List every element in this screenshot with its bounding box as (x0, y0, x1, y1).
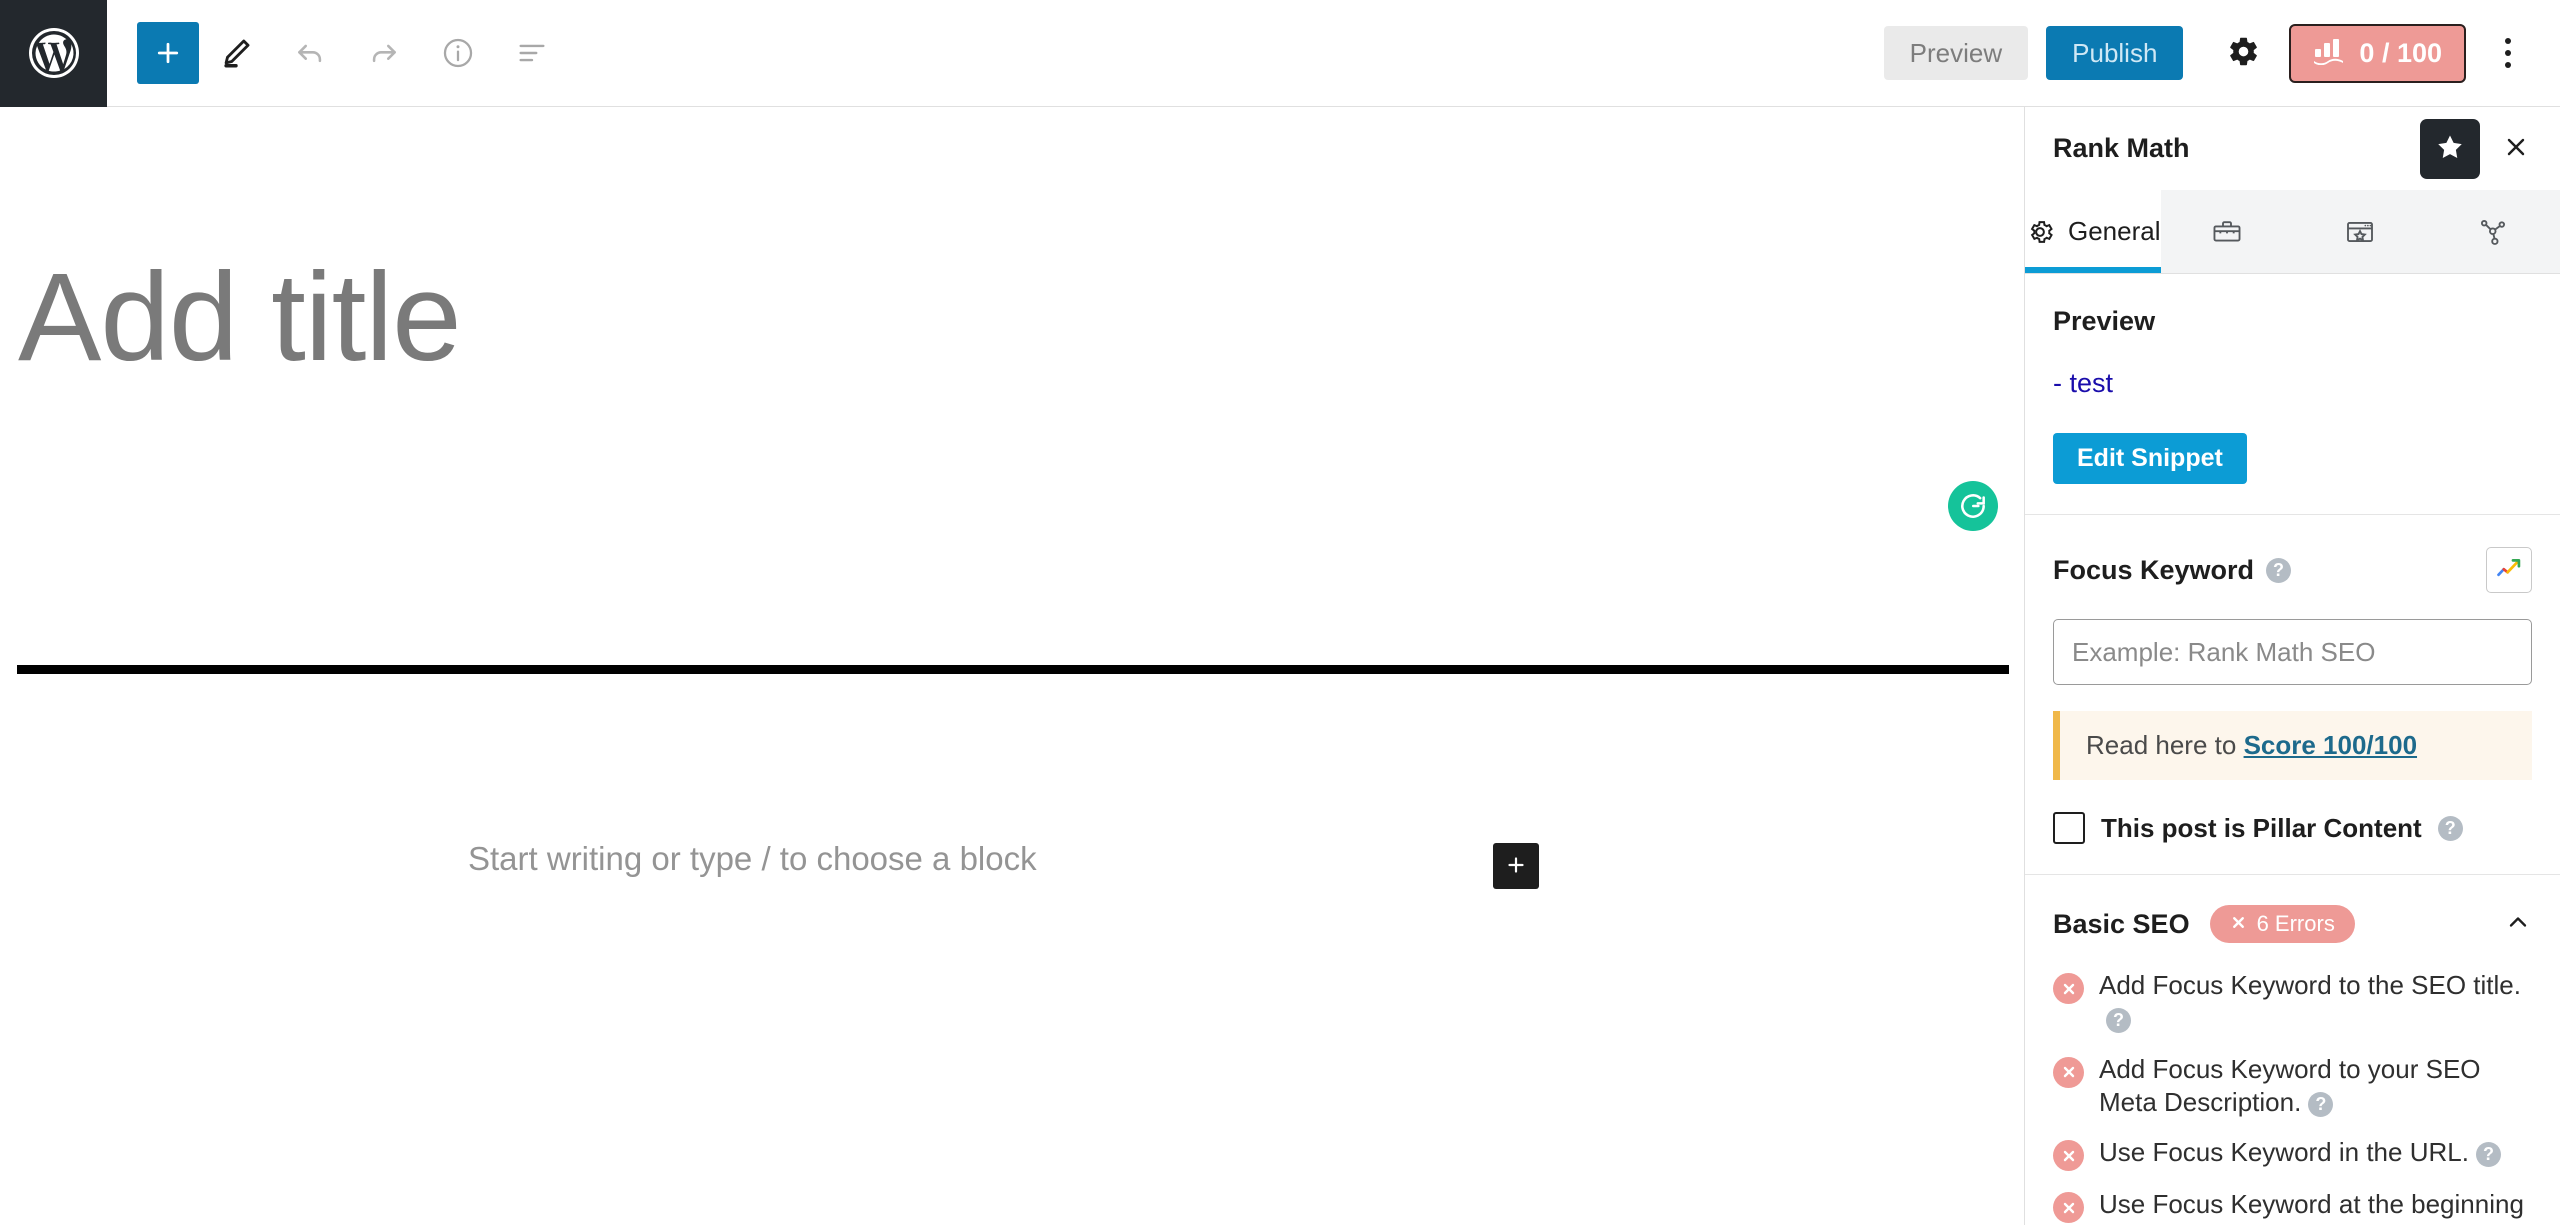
error-x-icon (2053, 1140, 2084, 1172)
help-icon[interactable]: ? (2475, 1142, 2501, 1168)
kebab-dot-2 (2505, 50, 2511, 56)
rank-math-tab-bar: General (2025, 190, 2560, 274)
error-text: Add Focus Keyword to your SEO Meta Descr… (2099, 1053, 2481, 1118)
info-circle-icon (441, 36, 475, 70)
rank-math-star-button[interactable] (2420, 118, 2480, 179)
error-text: Add Focus Keyword to the SEO title.? (2099, 969, 2532, 1036)
tools-pencil-button[interactable] (199, 16, 273, 90)
help-icon[interactable]: ? (2266, 557, 2292, 583)
chevron-up-icon[interactable] (2504, 908, 2532, 941)
kebab-dot-3 (2505, 62, 2511, 68)
list-item: Use Focus Keyword in the URL.? (2053, 1136, 2532, 1172)
google-trends-button[interactable] (2486, 547, 2532, 594)
help-icon[interactable]: ? (2437, 815, 2463, 841)
pencil-icon (219, 36, 253, 70)
tab-general-label: General (2068, 216, 2161, 246)
social-share-icon (2477, 216, 2509, 248)
post-editor-canvas: Add title Start writing or type / to cho… (0, 107, 2024, 1225)
more-options-button[interactable] (2480, 23, 2536, 83)
basic-seo-error-badge: 6 Errors (2209, 905, 2355, 944)
inline-block-inserter-button[interactable] (1493, 843, 1539, 889)
basic-seo-header[interactable]: Basic SEO 6 Errors (2025, 875, 2560, 969)
score-100-link[interactable]: Score 100/100 (2244, 730, 2417, 760)
rank-math-panel-title: Rank Math (2053, 133, 2190, 163)
tab-schema[interactable] (2294, 190, 2427, 273)
toolbar-right-group: Preview Publish 0 / 100 (1883, 23, 2560, 83)
redo-arrow-icon (367, 36, 401, 70)
help-icon[interactable]: ? (2106, 1008, 2131, 1034)
list-item: Add Focus Keyword to the SEO title.? (2053, 969, 2532, 1036)
error-x-icon (2053, 1192, 2084, 1224)
score-notice: Read here to Score 100/100 (2053, 711, 2532, 781)
wordpress-block-editor: Preview Publish 0 / 100 Add title Start … (0, 0, 2560, 1225)
focus-keyword-header: Focus Keyword ? (2053, 547, 2532, 594)
help-icon[interactable]: ? (2308, 1091, 2334, 1117)
snippet-preview-section: Preview - test Edit Snippet (2025, 274, 2560, 516)
basic-seo-title: Basic SEO (2053, 908, 2190, 939)
pillar-content-row: This post is Pillar Content ? (2053, 812, 2532, 845)
close-icon (2502, 133, 2530, 164)
gear-icon (2227, 35, 2260, 71)
add-block-button[interactable] (137, 22, 199, 84)
google-trends-icon (2495, 555, 2523, 586)
plus-icon (153, 38, 183, 68)
basic-seo-error-count: 6 Errors (2256, 911, 2335, 937)
toolbox-icon (2211, 216, 2243, 248)
seo-score-chart-icon (2313, 37, 2345, 70)
score-notice-text: Read here to (2086, 730, 2244, 761)
preview-heading: Preview (2053, 306, 2156, 336)
title-separator-rule (17, 665, 2009, 674)
tab-advanced[interactable] (2161, 190, 2294, 273)
publish-button[interactable]: Publish (2046, 26, 2184, 80)
wordpress-logo-button[interactable] (0, 0, 107, 107)
rank-math-sidebar: Rank Math General Preview - test Edit Sn… (2024, 107, 2560, 1225)
kebab-menu-icon (2505, 38, 2511, 44)
snippet-preview-title[interactable]: - test (2053, 367, 2532, 399)
focus-keyword-input[interactable] (2053, 619, 2532, 686)
tab-general[interactable]: General (2025, 190, 2161, 273)
default-block-placeholder[interactable]: Start writing or type / to choose a bloc… (468, 842, 1037, 875)
seo-score-value: 0 / 100 (2359, 37, 2442, 68)
focus-keyword-label: Focus Keyword (2053, 554, 2255, 585)
gear-icon (2025, 217, 2055, 247)
star-icon (2435, 132, 2465, 165)
schema-browser-star-icon (2344, 216, 2376, 248)
undo-arrow-icon (293, 36, 327, 70)
error-text: Use Focus Keyword in the URL.? (2099, 1136, 2501, 1169)
wordpress-logo-icon (24, 23, 84, 83)
seo-score-badge[interactable]: 0 / 100 (2289, 23, 2466, 83)
editor-toolbar: Preview Publish 0 / 100 (0, 0, 2560, 107)
list-item: Use Focus Keyword at the beginning of (2053, 1188, 2532, 1225)
error-x-icon (2053, 1056, 2084, 1088)
plus-icon (1504, 853, 1528, 880)
x-icon (2230, 913, 2247, 935)
undo-button[interactable] (273, 16, 347, 90)
tab-social[interactable] (2427, 190, 2560, 273)
redo-button[interactable] (347, 16, 421, 90)
post-title-input[interactable]: Add title (18, 255, 462, 380)
focus-keyword-label-group: Focus Keyword ? (2053, 554, 2292, 586)
details-info-button[interactable] (421, 16, 495, 90)
rank-math-panel-header: Rank Math (2025, 107, 2560, 190)
basic-seo-error-list: Add Focus Keyword to the SEO title.? Add… (2025, 969, 2560, 1225)
toolbar-left-group (107, 16, 569, 90)
grammarly-icon (1957, 490, 1989, 522)
pillar-content-label: This post is Pillar Content (2101, 812, 2422, 843)
error-text: Use Focus Keyword at the beginning of (2099, 1189, 2524, 1225)
error-x-icon (2053, 973, 2084, 1005)
preview-button[interactable]: Preview (1883, 26, 2029, 80)
close-panel-button[interactable] (2494, 127, 2538, 171)
list-view-button[interactable] (495, 16, 569, 90)
list-item: Add Focus Keyword to your SEO Meta Descr… (2053, 1053, 2532, 1120)
focus-keyword-section: Focus Keyword ? Read her (2025, 515, 2560, 876)
list-view-icon (515, 36, 549, 70)
edit-snippet-button[interactable]: Edit Snippet (2053, 433, 2247, 485)
pillar-content-checkbox[interactable] (2053, 812, 2085, 845)
settings-button[interactable] (2213, 23, 2273, 83)
grammarly-button[interactable] (1948, 481, 1998, 531)
